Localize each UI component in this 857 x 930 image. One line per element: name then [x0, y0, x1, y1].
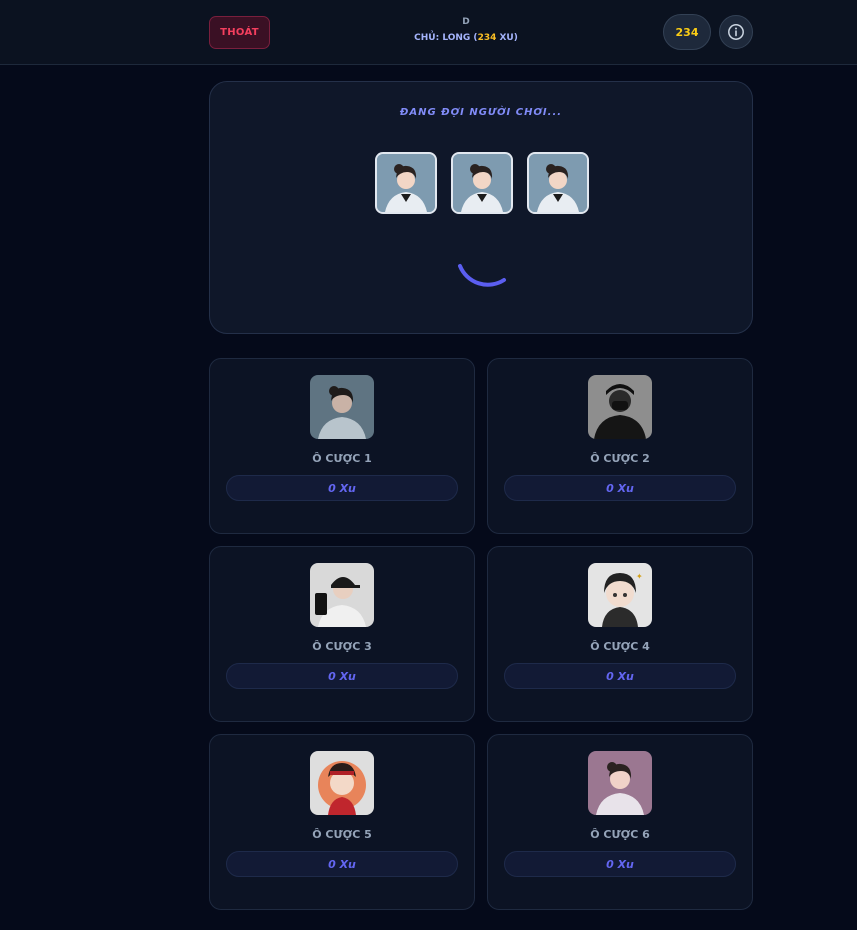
room-info: D CHỦ: LONG (234 XU)	[366, 15, 566, 45]
bet-cell-3[interactable]: Ô CƯỢC 3 0 Xu	[209, 546, 475, 722]
avatar	[588, 751, 652, 815]
player-avatar-icon	[377, 154, 435, 212]
avatar-masked-boy-icon	[588, 375, 652, 439]
bet-amount: 0 Xu	[226, 851, 458, 877]
avatar-girl-icon	[310, 375, 374, 439]
avatar	[310, 563, 374, 627]
svg-text:✦: ✦	[636, 572, 643, 581]
bet-amount: 0 Xu	[226, 663, 458, 689]
avatar-chibi-girl-icon: ✦	[588, 563, 652, 627]
avatar-chibi-boy-icon	[310, 751, 374, 815]
bet-cell-6[interactable]: Ô CƯỢC 6 0 Xu	[487, 734, 753, 910]
avatar-girl-pink-icon	[588, 751, 652, 815]
host-info: CHỦ: LONG (234 XU)	[366, 31, 566, 45]
bet-amount: 0 Xu	[504, 475, 736, 501]
room-id: D	[462, 17, 470, 27]
host-suffix: XU)	[496, 33, 518, 43]
avatar	[310, 751, 374, 815]
cell-label: Ô CƯỢC 2	[590, 452, 650, 465]
waiting-panel: ĐANG ĐỢI NGƯỜI CHƠI...	[209, 81, 753, 334]
bet-amount: 0 Xu	[504, 851, 736, 877]
cell-label: Ô CƯỢC 1	[312, 452, 372, 465]
player-slot-2	[451, 152, 513, 214]
waiting-title: ĐANG ĐỢI NGƯỜI CHƠI...	[399, 107, 563, 118]
bet-amount: 0 Xu	[226, 475, 458, 501]
host-coins: 234	[477, 33, 497, 43]
host-prefix: CHỦ: LONG (	[414, 33, 478, 43]
avatar	[310, 375, 374, 439]
player-avatar-icon	[529, 154, 587, 212]
player-slot-3	[527, 152, 589, 214]
player-slots	[375, 152, 589, 214]
cell-label: Ô CƯỢC 6	[590, 828, 650, 841]
coin-balance: 234	[663, 14, 711, 50]
info-button[interactable]	[719, 15, 753, 49]
info-icon	[728, 24, 744, 40]
bet-cell-1[interactable]: Ô CƯỢC 1 0 Xu	[209, 358, 475, 534]
player-slot-1	[375, 152, 437, 214]
player-avatar-icon	[453, 154, 511, 212]
bet-amount: 0 Xu	[504, 663, 736, 689]
avatar	[588, 375, 652, 439]
bet-cell-2[interactable]: Ô CƯỢC 2 0 Xu	[487, 358, 753, 534]
cell-label: Ô CƯỢC 3	[312, 640, 372, 653]
loading-spinner-icon	[458, 264, 506, 287]
bet-cell-4[interactable]: ✦ Ô CƯỢC 4 0 Xu	[487, 546, 753, 722]
avatar: ✦	[588, 563, 652, 627]
avatar-cap-boy-icon	[310, 563, 374, 627]
top-bar: THOÁT D CHỦ: LONG (234 XU) 234	[0, 0, 857, 65]
exit-button[interactable]: THOÁT	[209, 16, 270, 49]
cell-label: Ô CƯỢC 4	[590, 640, 650, 653]
bet-cell-5[interactable]: Ô CƯỢC 5 0 Xu	[209, 734, 475, 910]
cell-label: Ô CƯỢC 5	[312, 828, 372, 841]
